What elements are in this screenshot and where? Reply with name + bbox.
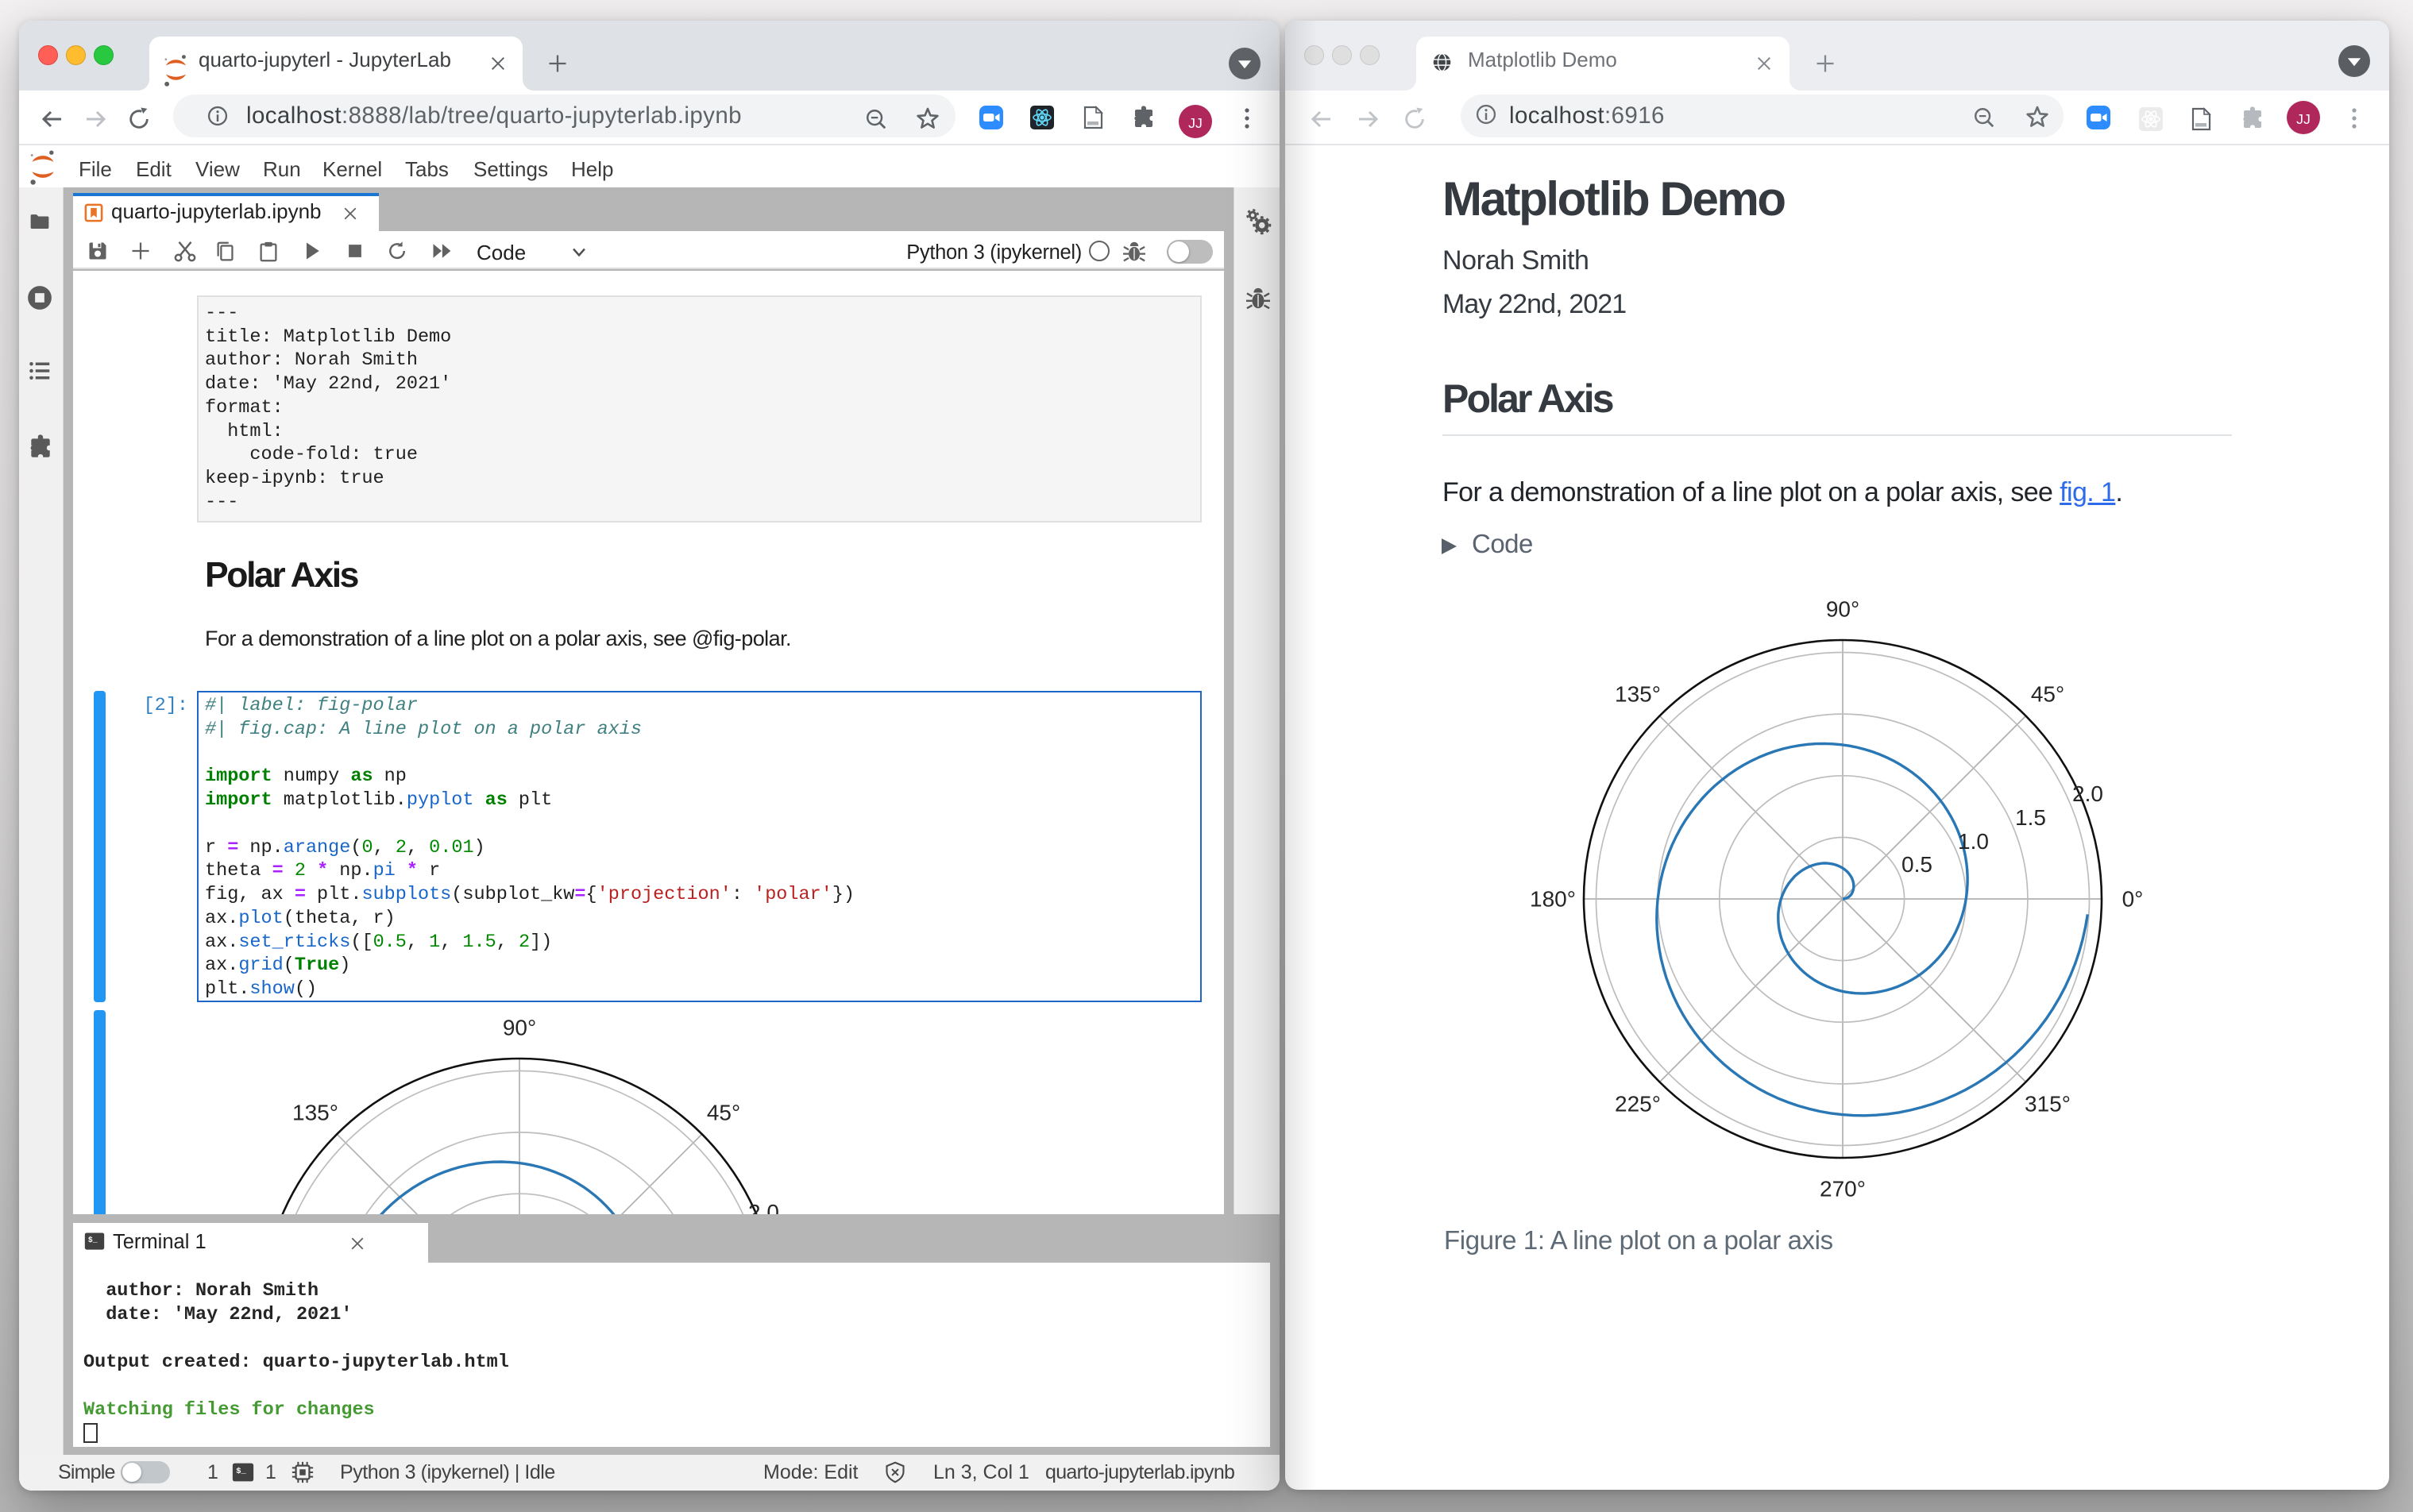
svg-text:135°: 135° (292, 1101, 338, 1125)
svg-text:45°: 45° (2031, 682, 2064, 707)
svg-text:225°: 225° (1615, 1092, 1661, 1117)
svg-text:270°: 270° (1820, 1177, 1866, 1202)
svg-text:135°: 135° (1615, 682, 1661, 707)
svg-text:2.0: 2.0 (748, 1200, 779, 1214)
svg-text:180°: 180° (1530, 887, 1576, 912)
svg-text:315°: 315° (2025, 1092, 2071, 1117)
svg-text:JJ: JJ (1188, 115, 1203, 131)
svg-text:0.5: 0.5 (1901, 852, 1932, 877)
svg-text:1.5: 1.5 (2015, 805, 2046, 830)
svg-text:$_: $_ (236, 1467, 246, 1476)
svg-text:JJ: JJ (2296, 111, 2311, 127)
svg-text:90°: 90° (503, 1016, 536, 1040)
svg-text:45°: 45° (707, 1101, 740, 1125)
svg-text:0°: 0° (2122, 887, 2144, 912)
svg-text:1.0: 1.0 (1958, 829, 1989, 854)
svg-text:2.0: 2.0 (2072, 781, 2103, 806)
svg-text:90°: 90° (1826, 597, 1859, 622)
svg-text:$_: $_ (88, 1236, 98, 1244)
